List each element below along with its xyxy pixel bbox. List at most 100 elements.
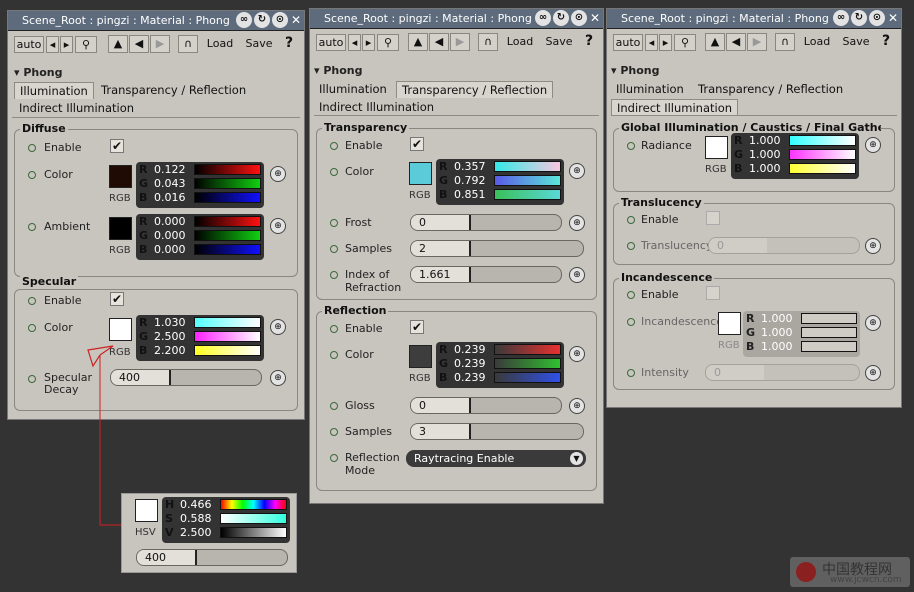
transparency-enable-checkbox[interactable]: ✔: [410, 137, 424, 151]
rgb-mode-label[interactable]: RGB: [109, 245, 131, 256]
tab-transparency-reflection[interactable]: Transparency / Reflection: [396, 81, 554, 98]
translucency-slider[interactable]: 0: [708, 237, 860, 254]
animation-led[interactable]: [330, 351, 338, 359]
reflection-g-value[interactable]: 0.239: [454, 357, 486, 370]
reflection-enable-checkbox[interactable]: ✔: [410, 320, 424, 334]
animation-led[interactable]: [330, 402, 338, 410]
diffuse-g-value[interactable]: 0.043: [154, 177, 186, 190]
right-arrow-icon[interactable]: ▶: [747, 33, 767, 51]
radiance-b-bar[interactable]: [789, 163, 856, 174]
plug-connect-icon[interactable]: ⊕: [569, 163, 585, 179]
ambient-color-swatch[interactable]: [109, 217, 132, 240]
translucency-enable-checkbox[interactable]: [706, 211, 720, 225]
incandescence-g-bar[interactable]: [801, 327, 857, 338]
help-button[interactable]: ?: [580, 34, 598, 51]
diffuse-r-value[interactable]: 0.122: [154, 163, 186, 176]
specular-enable-checkbox[interactable]: ✔: [110, 292, 124, 306]
magnify-icon[interactable]: ⚲: [674, 34, 696, 51]
h-value[interactable]: 0.466: [180, 498, 212, 511]
radiance-g-bar[interactable]: [789, 149, 856, 160]
transparency-samples-value[interactable]: 2: [419, 242, 426, 255]
ambient-b-bar[interactable]: [194, 244, 261, 255]
next-arrow-icon[interactable]: ▸: [362, 34, 375, 51]
animation-led[interactable]: [627, 291, 635, 299]
transparency-r-value[interactable]: 0.357: [454, 160, 486, 173]
animation-led[interactable]: [28, 297, 36, 305]
slider-handle[interactable]: [169, 370, 171, 385]
magnify-icon[interactable]: ⚲: [377, 34, 399, 51]
reflection-r-bar[interactable]: [494, 344, 561, 355]
specular-b-bar[interactable]: [194, 345, 261, 356]
reflection-b-bar[interactable]: [494, 372, 561, 383]
load-button[interactable]: Load: [799, 34, 835, 51]
plug-connect-icon[interactable]: ⊕: [569, 267, 585, 283]
slider-handle[interactable]: [195, 550, 197, 565]
left-arrow-icon[interactable]: ◀: [129, 35, 149, 53]
rgb-mode-label[interactable]: RGB: [718, 340, 740, 351]
specular-b-value[interactable]: 2.200: [154, 344, 186, 357]
load-button[interactable]: Load: [502, 34, 538, 51]
animation-led[interactable]: [627, 216, 635, 224]
plug-connect-icon[interactable]: ⊕: [569, 346, 585, 362]
panel-titlebar[interactable]: Scene_Root : pingzi : Material : Phong ∞…: [8, 11, 304, 31]
slider-handle[interactable]: [469, 241, 471, 256]
plug-connect-icon[interactable]: ⊕: [865, 137, 881, 153]
next-arrow-icon[interactable]: ▸: [60, 36, 73, 53]
radiance-g-value[interactable]: 1.000: [749, 148, 781, 161]
rgb-mode-label[interactable]: RGB: [409, 373, 431, 384]
plug-connect-icon[interactable]: ⊕: [865, 238, 881, 254]
specular-r-bar[interactable]: [194, 317, 261, 328]
slider-handle[interactable]: [469, 215, 471, 230]
prev-arrow-icon[interactable]: ◂: [348, 34, 361, 51]
panel-titlebar[interactable]: Scene_Root : pingzi : Material : Phong ∞…: [607, 9, 901, 29]
close-icon[interactable]: ✕: [589, 10, 601, 26]
auto-button[interactable]: auto: [14, 36, 44, 53]
animation-led[interactable]: [330, 245, 338, 253]
hsv-decay-slider[interactable]: 400: [136, 549, 288, 566]
animation-led[interactable]: [330, 142, 338, 150]
ambient-g-value[interactable]: 0.000: [154, 229, 186, 242]
hsv-color-swatch[interactable]: [135, 499, 158, 522]
animation-led[interactable]: [330, 454, 338, 462]
tab-indirect-illumination[interactable]: Indirect Illumination: [611, 99, 739, 116]
magnet-icon[interactable]: ∩: [178, 35, 198, 53]
plug-connect-icon[interactable]: ⊕: [569, 398, 585, 414]
transparency-g-bar[interactable]: [494, 175, 561, 186]
refresh-icon[interactable]: ↻: [553, 10, 569, 26]
s-bar[interactable]: [220, 513, 287, 524]
left-arrow-icon[interactable]: ◀: [429, 33, 449, 51]
reflection-r-value[interactable]: 0.239: [454, 343, 486, 356]
auto-button[interactable]: auto: [316, 34, 346, 51]
radiance-r-value[interactable]: 1.000: [749, 134, 781, 147]
reflection-color-swatch[interactable]: [409, 345, 432, 368]
incandescence-enable-checkbox[interactable]: [706, 286, 720, 300]
transparency-b-bar[interactable]: [494, 189, 561, 200]
rgb-mode-label[interactable]: RGB: [109, 193, 131, 204]
up-arrow-icon[interactable]: ▲: [108, 35, 128, 53]
h-bar[interactable]: [220, 499, 287, 510]
intensity-value[interactable]: 0: [714, 366, 721, 379]
diffuse-g-bar[interactable]: [194, 178, 261, 189]
intensity-slider[interactable]: 0: [705, 364, 860, 381]
v-bar[interactable]: [220, 527, 287, 538]
reflection-mode-dropdown[interactable]: Raytracing Enable ▼: [406, 450, 586, 467]
glasses-icon[interactable]: ∞: [236, 12, 252, 28]
gloss-slider[interactable]: 0: [410, 397, 562, 414]
animation-led[interactable]: [627, 369, 635, 377]
lock-icon[interactable]: ⊙: [571, 10, 587, 26]
transparency-b-value[interactable]: 0.851: [454, 188, 486, 201]
specular-color-swatch[interactable]: [109, 318, 132, 341]
plug-connect-icon[interactable]: ⊕: [270, 218, 286, 234]
ambient-b-value[interactable]: 0.000: [154, 243, 186, 256]
diffuse-b-bar[interactable]: [194, 192, 261, 203]
animation-led[interactable]: [330, 219, 338, 227]
refresh-icon[interactable]: ↻: [254, 12, 270, 28]
next-arrow-icon[interactable]: ▸: [659, 34, 672, 51]
save-button[interactable]: Save: [241, 36, 277, 53]
transparency-color-swatch[interactable]: [409, 162, 432, 185]
plug-connect-icon[interactable]: ⊕: [865, 365, 881, 381]
diffuse-r-bar[interactable]: [194, 164, 261, 175]
radiance-r-bar[interactable]: [789, 135, 856, 146]
reflection-g-bar[interactable]: [494, 358, 561, 369]
specular-decay-slider[interactable]: 400: [110, 369, 262, 386]
